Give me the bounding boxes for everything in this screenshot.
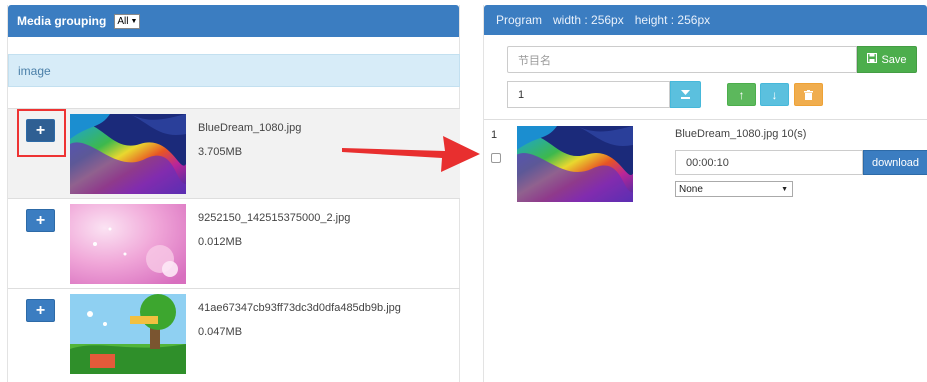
highlight-box bbox=[17, 109, 66, 157]
image-section-bar[interactable]: image bbox=[8, 54, 460, 87]
plus-icon: + bbox=[35, 211, 46, 229]
add-media-button[interactable]: + bbox=[26, 209, 55, 232]
image-section-label: image bbox=[18, 63, 51, 78]
group-select-value: All bbox=[117, 15, 129, 27]
program-item-thumbnail bbox=[517, 126, 633, 202]
program-name-input[interactable]: 节目名 bbox=[507, 46, 857, 73]
program-panel: Program width : 256px height : 256px 节目名… bbox=[483, 5, 927, 382]
trash-icon bbox=[804, 89, 813, 100]
divider bbox=[484, 119, 927, 120]
media-item: + 41ae67347cb93ff73dc3d0dfa485db9b.jpg 0… bbox=[8, 288, 460, 378]
effect-select[interactable]: None ▼ bbox=[675, 181, 793, 197]
delete-button[interactable] bbox=[794, 83, 823, 106]
add-media-button[interactable]: + bbox=[26, 299, 55, 322]
plus-icon: + bbox=[35, 301, 46, 319]
dropdown-arrow-icon: ▼ bbox=[130, 17, 138, 25]
save-label: Save bbox=[881, 53, 907, 66]
save-icon bbox=[867, 52, 878, 66]
program-width: width : 256px bbox=[553, 13, 624, 27]
download-button[interactable]: download bbox=[863, 150, 927, 175]
effect-select-value: None bbox=[679, 183, 703, 195]
program-item-title: BlueDream_1080.jpg 10(s) bbox=[675, 128, 807, 140]
arrow-up-icon: ↑ bbox=[738, 87, 745, 102]
sort-icon bbox=[681, 90, 690, 99]
media-panel: Media grouping All ▼ image + BlueDream_1… bbox=[7, 5, 460, 382]
group-select[interactable]: All ▼ bbox=[114, 13, 141, 29]
media-item: + 9252150_142515375000_2.jpg 0.012MB bbox=[8, 198, 460, 288]
move-up-button[interactable]: ↑ bbox=[727, 83, 756, 106]
media-thumbnail bbox=[70, 114, 186, 194]
arrow-down-icon: ↓ bbox=[771, 87, 778, 102]
media-filename: 9252150_142515375000_2.jpg bbox=[198, 212, 351, 224]
media-filename: BlueDream_1080.jpg bbox=[198, 122, 302, 134]
program-title: Program bbox=[496, 13, 543, 27]
sort-button[interactable] bbox=[670, 81, 701, 108]
duration-input[interactable]: 00:00:10 bbox=[675, 150, 863, 175]
move-down-button[interactable]: ↓ bbox=[760, 83, 789, 106]
media-filesize: 0.012MB bbox=[198, 236, 243, 248]
program-number-input[interactable]: 1 bbox=[507, 81, 670, 108]
program-item-checkbox[interactable] bbox=[491, 153, 501, 163]
media-filesize: 3.705MB bbox=[198, 146, 243, 158]
media-filesize: 0.047MB bbox=[198, 326, 243, 338]
media-thumbnail bbox=[70, 294, 186, 374]
save-button[interactable]: Save bbox=[857, 46, 917, 73]
media-filename: 41ae67347cb93ff73dc3d0dfa485db9b.jpg bbox=[198, 302, 401, 314]
dropdown-arrow-icon: ▼ bbox=[781, 185, 788, 193]
program-header: Program width : 256px height : 256px bbox=[484, 5, 927, 35]
red-arrow-icon bbox=[342, 136, 480, 172]
media-panel-header: Media grouping All ▼ bbox=[8, 5, 459, 37]
program-height: height : 256px bbox=[634, 13, 711, 27]
media-grouping-title: Media grouping bbox=[17, 14, 107, 28]
media-thumbnail bbox=[70, 204, 186, 284]
program-item-index: 1 bbox=[491, 129, 498, 141]
